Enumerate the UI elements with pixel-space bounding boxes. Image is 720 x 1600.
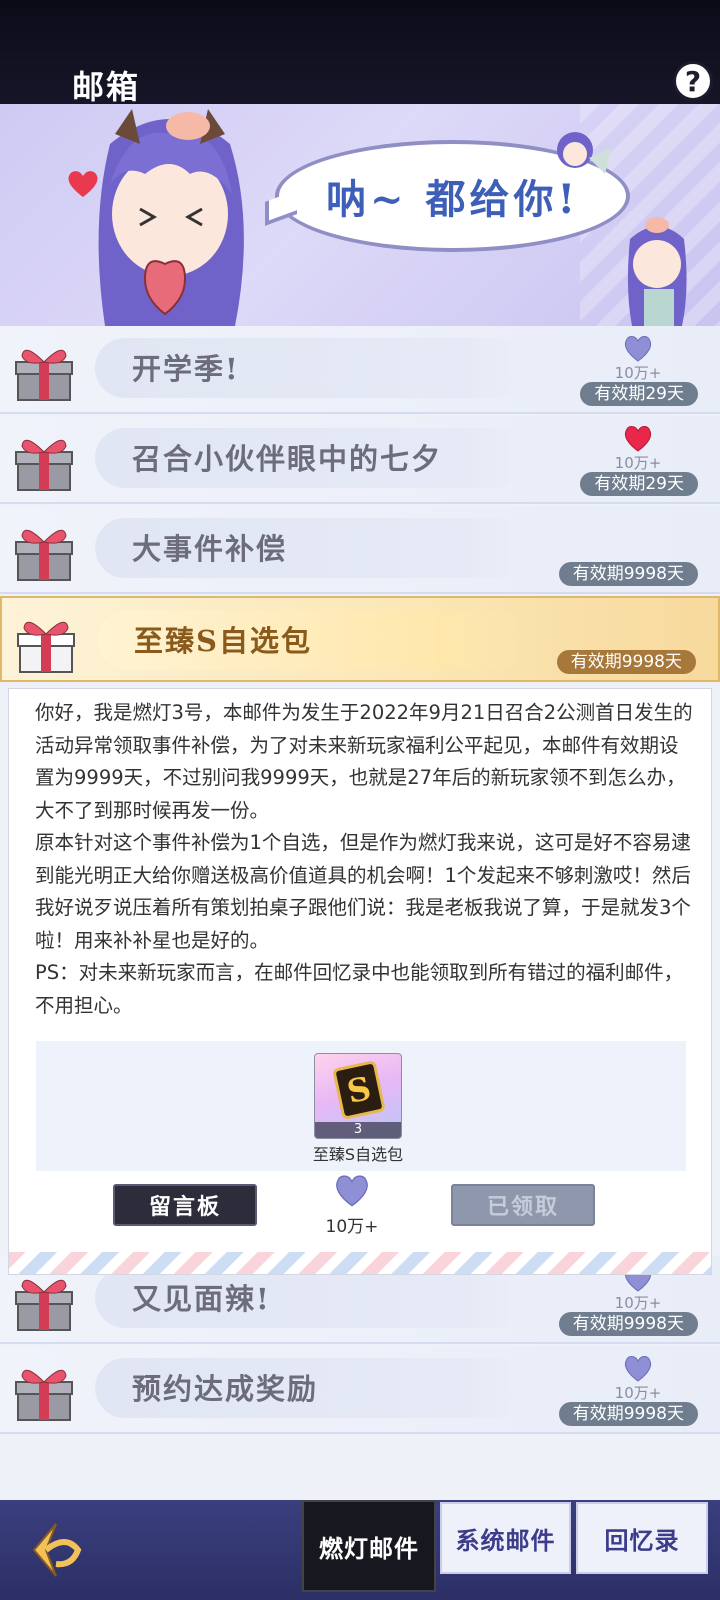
gift-box-icon bbox=[15, 349, 73, 401]
mail-title: 预约达成奖励 bbox=[132, 1372, 319, 1406]
attachment-area: S 3 至臻S自选包 bbox=[36, 1041, 686, 1171]
expiry-badge: 有效期29天 bbox=[580, 472, 698, 496]
gift-box-open-icon bbox=[17, 621, 75, 673]
like-heart-icon[interactable] bbox=[623, 1354, 653, 1382]
tab-system-mail[interactable]: 系统邮件 bbox=[440, 1502, 571, 1574]
mail-body[interactable]: 你好，我是燃灯3号，本邮件为发生于2022年9月21日召合2公测首日发生的活动异… bbox=[35, 697, 695, 1022]
bottom-bar: 燃灯邮件 系统邮件 回忆录 bbox=[0, 1500, 720, 1600]
airmail-border bbox=[9, 1252, 711, 1274]
attachment-quantity: 3 bbox=[315, 1122, 401, 1138]
like-heart-icon[interactable] bbox=[623, 334, 653, 362]
gift-box-icon bbox=[15, 529, 73, 581]
s-card-icon: S bbox=[332, 1059, 386, 1121]
mail-item[interactable]: 预约达成奖励 10万+ 有效期9998天 bbox=[0, 1346, 720, 1434]
help-button[interactable]: ? bbox=[673, 61, 713, 101]
tab-memories[interactable]: 回忆录 bbox=[576, 1502, 708, 1574]
like-count: 10万+ bbox=[614, 364, 662, 382]
gift-box-icon bbox=[15, 1369, 73, 1421]
mail-item[interactable]: 开学季! 10万+ 有效期29天 bbox=[0, 326, 720, 414]
expiry-badge: 有效期9998天 bbox=[558, 562, 698, 586]
mail-item[interactable]: 召合小伙伴眼中的七夕 10万+ 有效期29天 bbox=[0, 416, 720, 504]
mail-title: 至臻S自选包 bbox=[134, 624, 312, 658]
like-count: 10万+ bbox=[325, 1217, 379, 1237]
expiry-badge: 有效期29天 bbox=[580, 382, 698, 406]
tab-randeng-mail[interactable]: 燃灯邮件 bbox=[302, 1500, 436, 1592]
attachment-name: 至臻S自选包 bbox=[312, 1145, 404, 1164]
top-bar: 邮箱 ? bbox=[0, 0, 720, 106]
expiry-badge: 有效期9998天 bbox=[558, 1312, 698, 1336]
expiry-badge: 有效期9998天 bbox=[558, 1402, 698, 1426]
chibi-standing-illustration bbox=[627, 217, 687, 326]
chibi-small-flying-illustration bbox=[557, 132, 611, 174]
mail-body-paragraph: PS：对未来新玩家而言，在邮件回忆录中也能领取到所有错过的福利邮件，不用担心。 bbox=[35, 961, 684, 1017]
mail-title: 又见面辣! bbox=[132, 1282, 271, 1316]
expiry-badge: 有效期9998天 bbox=[556, 650, 696, 674]
like-heart-icon[interactable] bbox=[333, 1173, 371, 1207]
speech-text: 呐~ 都给你! bbox=[326, 176, 579, 223]
gift-box-icon bbox=[15, 439, 73, 491]
like-heart-icon[interactable] bbox=[623, 424, 653, 452]
mail-body-paragraph: 你好，我是燃灯3号，本邮件为发生于2022年9月21日召合2公测首日发生的活动异… bbox=[35, 701, 693, 822]
claimed-button[interactable]: 已领取 bbox=[451, 1184, 595, 1226]
page-title: 邮箱 bbox=[72, 68, 141, 106]
mail-item-selected[interactable]: 至臻S自选包 有效期9998天 bbox=[0, 596, 720, 682]
floating-heart-icon bbox=[68, 171, 98, 197]
mailbox-banner: 呐~ 都给你! bbox=[0, 104, 720, 327]
mail-detail-panel: 你好，我是燃灯3号，本邮件为发生于2022年9月21日召合2公测首日发生的活动异… bbox=[8, 688, 712, 1275]
attachment-item[interactable]: S 3 bbox=[314, 1053, 402, 1139]
message-board-button[interactable]: 留言板 bbox=[113, 1184, 257, 1226]
mail-title: 开学季! bbox=[132, 352, 240, 386]
mail-body-paragraph: 原本针对这个事件补偿为1个自选，但是作为燃灯我来说，这可是好不容易逮到能光明正大… bbox=[35, 831, 691, 952]
mail-title: 召合小伙伴眼中的七夕 bbox=[132, 442, 443, 476]
like-count: 10万+ bbox=[614, 454, 662, 472]
like-count: 10万+ bbox=[614, 1384, 662, 1402]
mail-item[interactable]: 大事件补偿 有效期9998天 bbox=[0, 506, 720, 594]
chibi-girl-heart-illustration bbox=[98, 109, 244, 326]
mail-title: 大事件补偿 bbox=[132, 532, 288, 566]
gift-box-icon bbox=[15, 1279, 73, 1331]
back-arrow-icon[interactable] bbox=[26, 1520, 86, 1580]
like-count: 10万+ bbox=[614, 1294, 662, 1312]
